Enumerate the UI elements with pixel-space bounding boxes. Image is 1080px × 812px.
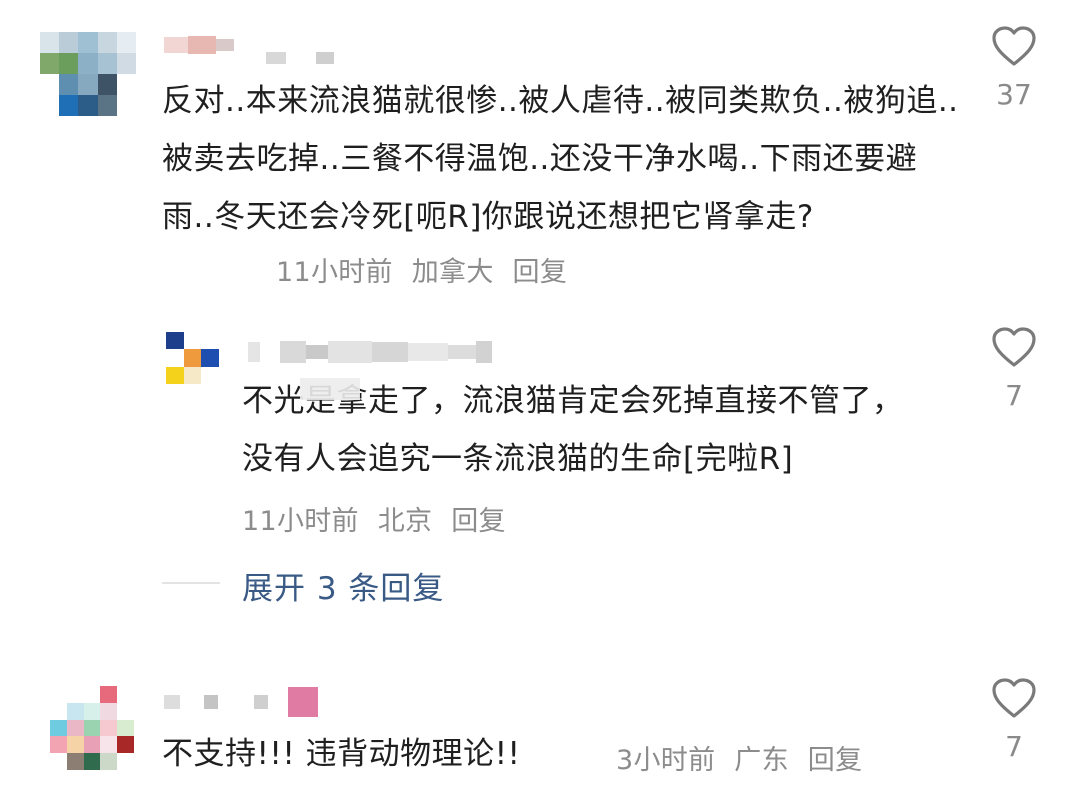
- comment-meta: 11小时前 北京 回复: [242, 499, 516, 538]
- username-blurred[interactable]: [164, 34, 234, 56]
- reply-button[interactable]: 回复: [451, 506, 506, 537]
- like-count: 7: [1005, 379, 1023, 412]
- username-blurred[interactable]: [248, 340, 492, 364]
- like-count: 37: [996, 78, 1032, 111]
- comment-meta: 3小时前 广东 回复: [616, 738, 872, 777]
- heart-outline-icon: [992, 26, 1036, 66]
- like-button[interactable]: 7: [982, 676, 1046, 763]
- like-button[interactable]: 7: [982, 325, 1046, 412]
- heart-outline-icon: [992, 678, 1036, 718]
- comment-location: 广东: [734, 745, 789, 776]
- comment-meta: 11小时前 加拿大 回复: [276, 250, 577, 289]
- avatar[interactable]: [50, 686, 134, 770]
- like-button[interactable]: 37: [982, 24, 1046, 111]
- avatar[interactable]: [166, 332, 236, 384]
- reply-button[interactable]: 回复: [513, 257, 568, 288]
- avatar[interactable]: [40, 32, 136, 116]
- comment-time: 11小时前: [276, 257, 393, 288]
- comment-time: 11小时前: [242, 506, 359, 537]
- username-blurred-tail: [266, 52, 286, 64]
- comment-text: 反对..本来流浪猫就很惨..被人虐待..被同类欺负..被狗追..被卖去吃掉..三…: [162, 83, 959, 235]
- comment-text: 不支持!!! 违背动物理论!!: [162, 736, 521, 772]
- heart-outline-icon: [992, 327, 1036, 367]
- censor-blur: [300, 378, 360, 400]
- reply-button[interactable]: 回复: [808, 745, 863, 776]
- expand-replies-button[interactable]: 展开 3 条回复: [242, 563, 444, 608]
- username-blurred-tail: [316, 52, 334, 64]
- like-count: 7: [1005, 730, 1023, 763]
- expand-divider: [162, 582, 220, 584]
- comment-time: 3小时前: [616, 745, 716, 776]
- comment-location: 北京: [377, 506, 433, 537]
- comment-location: 加拿大: [411, 257, 494, 288]
- username-blurred[interactable]: [164, 686, 318, 718]
